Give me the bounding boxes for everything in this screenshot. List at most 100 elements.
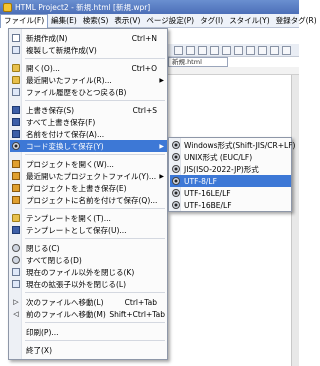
toolbar-button[interactable] bbox=[198, 45, 207, 55]
menu-item-recent-project[interactable]: 最近開いたプロジェクトファイル(Y)... ▶ bbox=[10, 170, 167, 182]
save-as-icon bbox=[12, 130, 20, 138]
toolbar-button[interactable] bbox=[186, 45, 195, 55]
menu-item-open-template[interactable]: テンプレートを開く(T)... bbox=[10, 212, 167, 224]
ruler bbox=[168, 67, 299, 75]
menu-item-next-file[interactable]: ▷ 次のファイルへ移動(L) Ctrl+Tab bbox=[10, 296, 167, 308]
toolbar-button[interactable] bbox=[282, 45, 291, 55]
menu-item-recent[interactable]: 最近開いたファイル(R)... ▶ bbox=[10, 74, 167, 86]
menu-page-setup[interactable]: ページ設定(P) bbox=[143, 14, 197, 28]
menu-item-save-template[interactable]: テンプレートとして保存(U)... bbox=[10, 224, 167, 236]
menu-item-label: JIS(ISO-2022-JP)形式 bbox=[184, 164, 259, 174]
menu-item-back-history[interactable]: ファイル履歴をひとつ戻る(B) bbox=[10, 86, 167, 98]
menu-item-save-encoding[interactable]: コード変換して保存(Y) ▶ bbox=[10, 140, 167, 152]
document-tab[interactable]: 新規.html bbox=[168, 57, 228, 67]
menu-tag[interactable]: タグ(I) bbox=[197, 14, 226, 28]
menu-item-label: テンプレートとして保存(U)... bbox=[26, 225, 127, 235]
menu-item-close-all[interactable]: すべて閉じる(D) bbox=[10, 254, 167, 266]
menu-item-save-project[interactable]: プロジェクトを上書き保存(E) bbox=[10, 182, 167, 194]
window-title: HTML Project2 - 新規.html [新規.wpr] bbox=[15, 2, 151, 12]
menu-item-label: 前のファイルへ移動(M) bbox=[26, 309, 106, 319]
menu-registered-tag[interactable]: 登録タグ(R) bbox=[273, 14, 320, 28]
close-file-icon bbox=[12, 244, 20, 252]
menu-style[interactable]: スタイル(Y) bbox=[226, 14, 272, 28]
file-menu: 新規作成(N) Ctrl+N 複製して新規作成(V) 開く(O)... Ctrl… bbox=[8, 28, 168, 360]
menu-item-copy-new[interactable]: 複製して新規作成(V) bbox=[10, 44, 167, 56]
menu-item-label: UTF-8/LF bbox=[184, 176, 217, 186]
menu-item-label: すべて上書き保存(F) bbox=[26, 117, 96, 127]
menu-separator bbox=[25, 58, 165, 59]
toolbar-button[interactable] bbox=[270, 45, 279, 55]
close-others-icon bbox=[12, 268, 20, 276]
menu-item-save[interactable]: 上書き保存(S) Ctrl+S bbox=[10, 104, 167, 116]
encoding-disk-icon bbox=[172, 153, 180, 161]
menu-item-prev-file[interactable]: ◁ 前のファイルへ移動(M) Shift+Ctrl+Tab bbox=[10, 308, 167, 320]
menu-separator bbox=[25, 322, 165, 323]
new-document-icon bbox=[12, 34, 20, 42]
toolbar-button[interactable] bbox=[174, 45, 183, 55]
vertical-scrollbar[interactable] bbox=[291, 75, 299, 366]
save-icon bbox=[12, 106, 20, 114]
menu-item-label: コード変換して保存(Y) bbox=[26, 141, 104, 151]
toolbar-button[interactable] bbox=[246, 45, 255, 55]
menu-item-label: ファイル履歴をひとつ戻る(B) bbox=[26, 87, 127, 97]
menu-item-label: 上書き保存(S) bbox=[26, 105, 75, 115]
menu-item-label: UNIX形式 (EUC/LF) bbox=[184, 152, 253, 162]
encoding-submenu: Windows形式(Shift-JIS/CR+LF) UNIX形式 (EUC/L… bbox=[168, 137, 295, 212]
menu-item-label: 最近開いたファイル(R)... bbox=[26, 75, 112, 85]
app-icon bbox=[3, 2, 12, 12]
menu-item-save-all[interactable]: すべて上書き保存(F) bbox=[10, 116, 167, 128]
shortcut-label: Ctrl+N bbox=[131, 33, 157, 43]
menu-item-new[interactable]: 新規作成(N) Ctrl+N bbox=[10, 32, 167, 44]
template-save-icon bbox=[12, 226, 20, 234]
menu-item-open[interactable]: 開く(O)... Ctrl+O bbox=[10, 62, 167, 74]
menu-separator bbox=[25, 208, 165, 209]
menu-item-close-others[interactable]: 現在のファイル以外を閉じる(K) bbox=[10, 266, 167, 278]
menu-item-exit[interactable]: 終了(X) bbox=[10, 344, 167, 356]
encoding-shift-jis[interactable]: Windows形式(Shift-JIS/CR+LF) bbox=[170, 139, 295, 151]
encoding-utf16le[interactable]: UTF-16LE/LF bbox=[170, 187, 291, 199]
duplicate-icon bbox=[12, 46, 20, 54]
menu-item-close-other-ext[interactable]: 現在の拡張子以外を閉じる(L) bbox=[10, 278, 167, 290]
toolbar-button[interactable] bbox=[258, 45, 267, 55]
menu-separator bbox=[25, 238, 165, 239]
menu-item-close[interactable]: 閉じる(C) bbox=[10, 242, 167, 254]
menu-file[interactable]: ファイル(F) bbox=[0, 13, 49, 28]
encoding-euc[interactable]: UNIX形式 (EUC/LF) bbox=[170, 151, 291, 163]
shortcut-label: Shift+Ctrl+Tab bbox=[109, 309, 165, 319]
menu-search[interactable]: 検索(S) bbox=[80, 14, 112, 28]
menu-item-save-project-as[interactable]: プロジェクトに名前を付けて保存(Q)... bbox=[10, 194, 167, 206]
save-all-icon bbox=[12, 118, 20, 126]
encoding-disk-icon bbox=[12, 142, 20, 150]
submenu-arrow-icon: ▶ bbox=[159, 142, 164, 150]
encoding-utf16be[interactable]: UTF-16BE/LF bbox=[170, 199, 291, 211]
menu-item-label: 現在の拡張子以外を閉じる(L) bbox=[26, 279, 127, 289]
menu-item-open-project[interactable]: プロジェクトを開く(W)... bbox=[10, 158, 167, 170]
toolbar-button[interactable] bbox=[234, 45, 243, 55]
recent-project-icon bbox=[12, 172, 20, 180]
recent-files-icon bbox=[12, 76, 20, 84]
menu-separator bbox=[25, 292, 165, 293]
menu-separator bbox=[25, 100, 165, 101]
encoding-utf8[interactable]: UTF-8/LF bbox=[170, 175, 291, 187]
menu-item-print[interactable]: 印刷(P)... bbox=[10, 326, 167, 338]
menu-edit[interactable]: 編集(E) bbox=[48, 14, 80, 28]
toolbar-button[interactable] bbox=[222, 45, 231, 55]
encoding-jis[interactable]: JIS(ISO-2022-JP)形式 bbox=[170, 163, 291, 175]
menu-view[interactable]: 表示(V) bbox=[111, 14, 143, 28]
menu-item-label: 名前を付けて保存(A)... bbox=[26, 129, 105, 139]
project-save-as-icon bbox=[12, 196, 20, 204]
encoding-disk-icon bbox=[172, 189, 180, 197]
toolbar-button[interactable] bbox=[210, 45, 219, 55]
menu-item-label: プロジェクトに名前を付けて保存(Q)... bbox=[26, 195, 158, 205]
prev-arrow-icon: ◁ bbox=[13, 310, 19, 318]
close-all-icon bbox=[12, 256, 20, 264]
encoding-disk-icon bbox=[172, 177, 180, 185]
menu-separator bbox=[25, 340, 165, 341]
encoding-disk-icon bbox=[172, 141, 180, 149]
menu-item-label: テンプレートを開く(T)... bbox=[26, 213, 111, 223]
menu-item-label: UTF-16LE/LF bbox=[184, 188, 231, 198]
menu-item-label: プロジェクトを上書き保存(E) bbox=[26, 183, 127, 193]
menu-item-save-as[interactable]: 名前を付けて保存(A)... bbox=[10, 128, 167, 140]
menu-item-label: 新規作成(N) bbox=[26, 33, 68, 43]
menu-item-label: すべて閉じる(D) bbox=[26, 255, 82, 265]
